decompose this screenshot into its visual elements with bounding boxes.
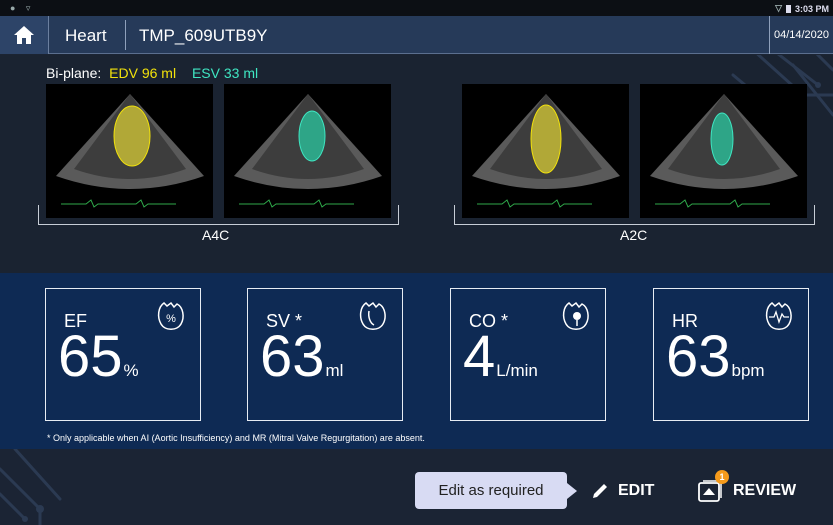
biplane-summary: Bi-plane: EDV 96 ml ESV 33 ml bbox=[46, 65, 258, 81]
review-label: REVIEW bbox=[733, 482, 797, 499]
metric-value: 4L/min bbox=[463, 324, 538, 389]
esv-value: ESV 33 ml bbox=[191, 65, 259, 81]
heart-percent-icon: % bbox=[157, 301, 184, 330]
metric-card-sv[interactable]: SV * 63ml bbox=[247, 288, 403, 421]
metric-unit: ml bbox=[325, 361, 344, 380]
echo-image-a2c-ed[interactable] bbox=[462, 84, 629, 218]
view-label-a2c: A2C bbox=[614, 227, 654, 243]
notification-icons: ● ▿ bbox=[10, 3, 35, 13]
metric-value: 65% bbox=[58, 324, 139, 389]
ultrasound-fan-a4c-ed bbox=[56, 94, 204, 208]
biplane-label: Bi-plane: bbox=[46, 65, 102, 81]
metric-value: 63ml bbox=[260, 324, 344, 389]
edit-label: EDIT bbox=[618, 482, 655, 499]
metric-card-co[interactable]: CO * 4L/min bbox=[450, 288, 606, 421]
view-bracket-a2c bbox=[454, 205, 815, 225]
image-region: Bi-plane: EDV 96 ml ESV 33 ml A4C A2C bbox=[0, 55, 833, 273]
header-bar: Heart TMP_609UTB9Y 04/14/2020 bbox=[0, 16, 833, 54]
battery-icon bbox=[785, 4, 791, 13]
header-divider bbox=[125, 20, 126, 50]
heart-output-icon bbox=[562, 301, 589, 330]
edit-tooltip: Edit as required bbox=[415, 472, 577, 509]
home-button[interactable] bbox=[0, 16, 49, 54]
exam-date: 04/14/2020 bbox=[769, 16, 833, 54]
metric-unit: L/min bbox=[496, 361, 538, 380]
home-icon bbox=[14, 26, 34, 44]
review-button[interactable]: 1 REVIEW bbox=[697, 470, 797, 509]
ultrasound-fan-a2c-ed bbox=[472, 94, 620, 208]
echo-image-a4c-es[interactable] bbox=[224, 84, 391, 218]
bottom-action-bar: Edit as required EDIT 1 REVIEW bbox=[0, 449, 833, 525]
status-bar: ● ▿ ▽ 3:03 PM bbox=[0, 0, 833, 16]
decorative-network-pattern-bottom bbox=[0, 449, 62, 525]
metric-unit: bpm bbox=[731, 361, 765, 380]
footnote: * Only applicable when AI (Aortic Insuff… bbox=[47, 433, 425, 443]
review-badge: 1 bbox=[715, 470, 729, 484]
metric-value: 63bpm bbox=[666, 324, 765, 389]
wifi-icon: ▽ bbox=[775, 3, 782, 13]
ultrasound-fan-a4c-es bbox=[234, 94, 382, 208]
pencil-icon bbox=[593, 484, 607, 498]
heart-rate-icon bbox=[765, 301, 792, 330]
echo-image-a4c-ed[interactable] bbox=[46, 84, 213, 218]
edit-button[interactable]: EDIT bbox=[590, 473, 654, 509]
view-bracket-a4c bbox=[38, 205, 399, 225]
metrics-panel: EF % 65% SV * 63ml CO * 4L/min HR 63bpm … bbox=[0, 273, 833, 449]
metric-card-ef[interactable]: EF % 65% bbox=[45, 288, 201, 421]
heart-volume-icon bbox=[359, 301, 386, 330]
echo-image-a2c-es[interactable] bbox=[640, 84, 807, 218]
view-label-a4c: A4C bbox=[196, 227, 236, 243]
patient-id: TMP_609UTB9Y bbox=[139, 26, 268, 45]
ultrasound-fan-a2c-es bbox=[650, 94, 798, 208]
exam-type: Heart bbox=[65, 26, 107, 45]
clock: 3:03 PM bbox=[794, 3, 829, 14]
review-icon: 1 bbox=[697, 470, 729, 504]
status-right: ▽ 3:03 PM bbox=[775, 3, 829, 14]
svg-text:%: % bbox=[166, 313, 176, 325]
metric-card-hr[interactable]: HR 63bpm bbox=[653, 288, 809, 421]
metric-unit: % bbox=[123, 361, 139, 380]
edv-value: EDV 96 ml bbox=[109, 65, 177, 81]
